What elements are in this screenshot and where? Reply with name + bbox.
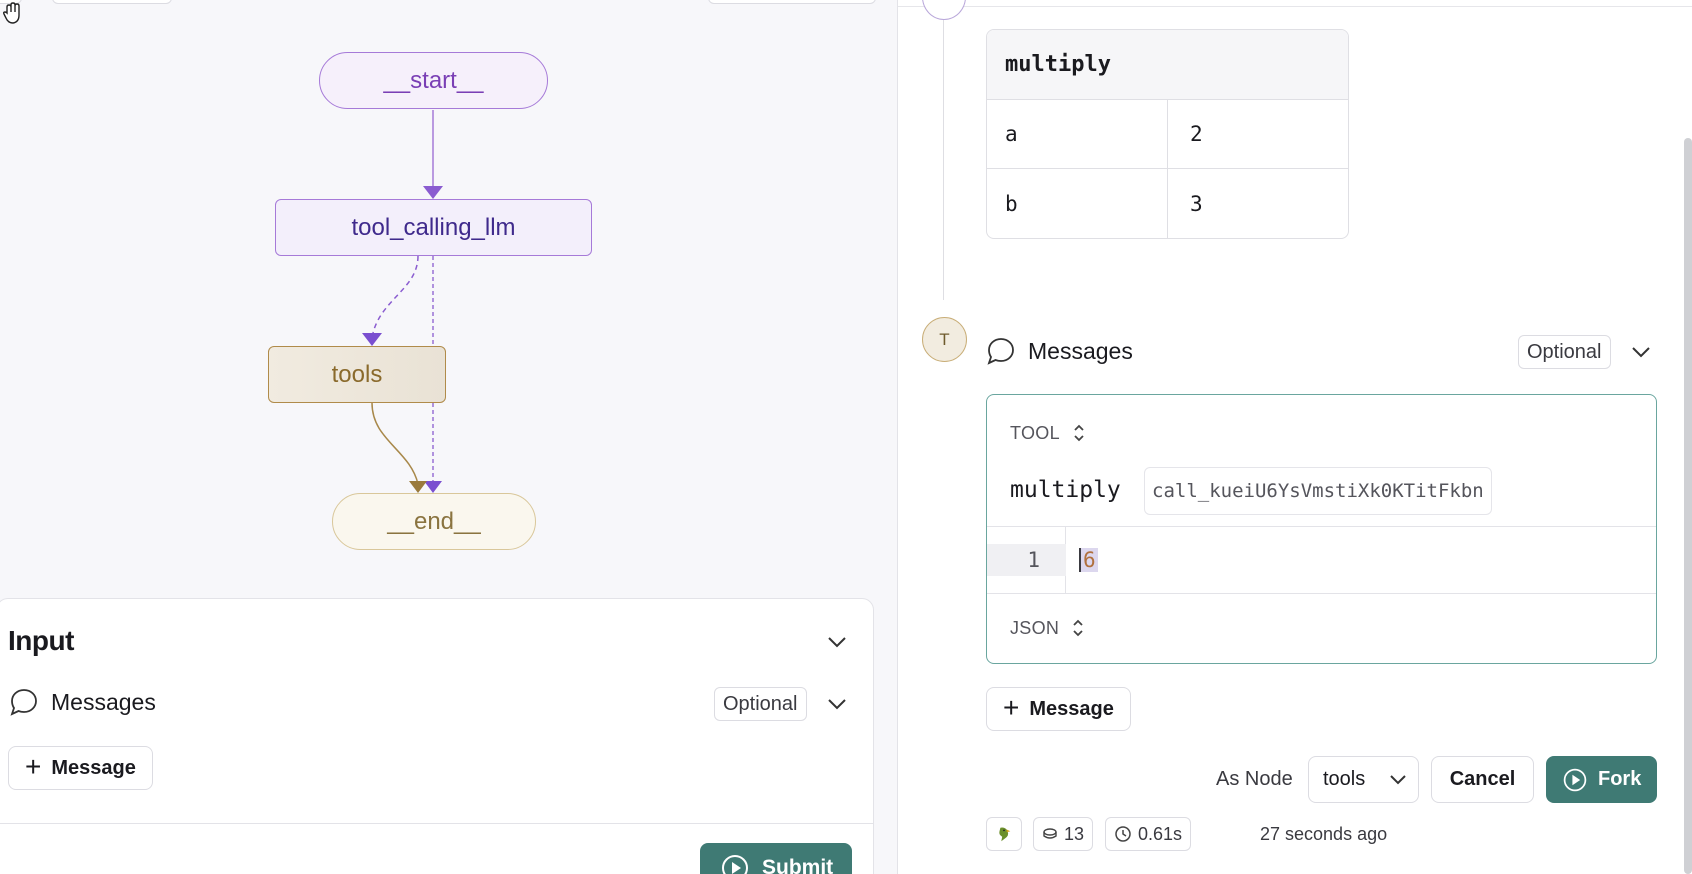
divider bbox=[898, 6, 1692, 7]
grab-cursor-icon bbox=[2, 2, 20, 24]
edge-tools-end bbox=[371, 402, 419, 485]
as-node-label: As Node bbox=[1216, 768, 1293, 790]
avatar bbox=[922, 0, 966, 20]
tool-name: multiply bbox=[1010, 477, 1121, 503]
chevron-down-icon[interactable] bbox=[827, 697, 847, 711]
tool-call-args-table: multiply a 2 b 3 bbox=[986, 29, 1349, 239]
graph-canvas[interactable]: __start__ tool_calling_llm tools __end__ bbox=[0, 0, 898, 600]
chat-bubble-icon bbox=[987, 338, 1014, 365]
graph-node-tools[interactable]: tools bbox=[268, 346, 446, 403]
submit-button[interactable]: Submit bbox=[700, 843, 852, 874]
chevron-down-icon[interactable] bbox=[827, 635, 847, 649]
parrot-icon bbox=[999, 827, 1011, 842]
table-row: a 2 bbox=[987, 100, 1348, 169]
tool-message-card: TOOL multiply call_kueiU6YsVmstiXk0KTitF… bbox=[986, 394, 1657, 664]
messages-field: Messages bbox=[9, 687, 156, 717]
token-count: 13 bbox=[1064, 823, 1085, 844]
add-message-button[interactable]: + Message bbox=[8, 746, 153, 790]
add-message-label: Message bbox=[1029, 697, 1114, 720]
state-pane: multiply a 2 b 3 T Messages Optional TOO… bbox=[898, 0, 1692, 874]
play-circle-icon bbox=[722, 855, 748, 874]
chevron-down-icon bbox=[1390, 775, 1406, 785]
latency-chip: 0.61s bbox=[1105, 817, 1192, 851]
fork-button[interactable]: Fork bbox=[1546, 756, 1657, 803]
edge-arrowhead bbox=[409, 481, 427, 493]
content-editor[interactable]: 1 6 bbox=[987, 526, 1656, 594]
role-label: TOOL bbox=[1010, 422, 1060, 443]
chevron-up-down-icon bbox=[1073, 619, 1083, 637]
graph-node-tool-calling-llm[interactable]: tool_calling_llm bbox=[275, 199, 592, 256]
play-circle-icon bbox=[1563, 768, 1587, 791]
edge-arrowhead bbox=[423, 186, 443, 199]
format-selector[interactable]: JSON bbox=[1010, 617, 1085, 639]
as-node-select[interactable]: tools bbox=[1308, 756, 1419, 803]
latency: 0.61s bbox=[1138, 823, 1183, 844]
arg-value: 2 bbox=[1190, 122, 1203, 146]
coins-icon bbox=[1043, 828, 1057, 839]
tool-call-id-field[interactable]: call_kueiU6YsVmstiXk0KTitFkbn bbox=[1144, 467, 1492, 515]
graph-pane: __start__ tool_calling_llm tools __end__… bbox=[0, 0, 898, 874]
input-panel: Input Messages Optional + Message Submit bbox=[0, 598, 874, 874]
edge-arrowhead bbox=[362, 333, 382, 346]
chat-bubble-icon bbox=[10, 689, 37, 716]
scrollbar[interactable] bbox=[1684, 138, 1692, 874]
line-number: 1 bbox=[987, 544, 1066, 576]
arg-key: b bbox=[987, 169, 1168, 238]
submit-label: Submit bbox=[762, 856, 834, 874]
role-selector[interactable]: TOOL bbox=[1010, 422, 1086, 444]
optional-badge: Optional bbox=[714, 687, 807, 721]
fork-label: Fork bbox=[1598, 768, 1642, 790]
code-line[interactable]: 6 bbox=[1079, 544, 1098, 576]
messages-label: Messages bbox=[51, 688, 156, 715]
clock-icon bbox=[1115, 826, 1131, 842]
chevron-down-icon[interactable] bbox=[1631, 345, 1651, 359]
tool-avatar: T bbox=[922, 317, 967, 362]
timestamp: 27 seconds ago bbox=[1260, 824, 1388, 844]
plus-icon: + bbox=[25, 750, 42, 782]
model-chip bbox=[986, 817, 1022, 851]
chevron-up-down-icon bbox=[1074, 424, 1084, 442]
timeline-line bbox=[943, 0, 944, 300]
arg-value: 3 bbox=[1190, 191, 1203, 216]
optional-badge: Optional bbox=[1518, 335, 1611, 369]
add-message-label: Message bbox=[51, 756, 136, 779]
graph-node-start[interactable]: __start__ bbox=[319, 52, 548, 109]
format-label: JSON bbox=[1010, 617, 1060, 638]
code-content: 6 bbox=[1079, 548, 1098, 572]
plus-icon: + bbox=[1003, 691, 1020, 723]
arg-key: a bbox=[987, 100, 1168, 168]
table-row: b 3 bbox=[987, 169, 1348, 238]
add-message-button[interactable]: + Message bbox=[986, 687, 1131, 731]
input-title: Input bbox=[8, 625, 74, 656]
cancel-button[interactable]: Cancel bbox=[1431, 756, 1534, 803]
token-count-chip: 13 bbox=[1033, 817, 1094, 851]
edge-arrowhead bbox=[424, 481, 442, 493]
divider bbox=[0, 823, 873, 824]
edge-llm-tools bbox=[371, 255, 419, 339]
graph-node-end[interactable]: __end__ bbox=[332, 493, 536, 550]
as-node-value: tools bbox=[1323, 768, 1366, 790]
messages-field-header: Messages bbox=[986, 336, 1133, 366]
tool-call-name: multiply bbox=[987, 30, 1348, 100]
messages-label: Messages bbox=[1028, 337, 1133, 364]
